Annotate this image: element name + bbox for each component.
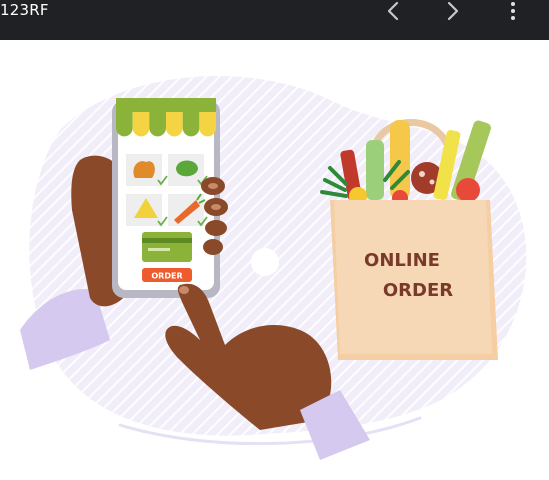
shopping-bag: ONLINE ORDER (320, 119, 498, 360)
pumpkin-icon (133, 161, 155, 178)
chevron-left-icon (387, 1, 399, 21)
image-viewer: ORDER ONLINE ORDER (0, 40, 549, 480)
phone-mockup: ORDER (112, 98, 220, 298)
next-image-button[interactable] (438, 0, 468, 22)
brand-name: 123RF (0, 1, 49, 19)
bag-label-order: ORDER (383, 280, 453, 301)
online-order-illustration: ORDER ONLINE ORDER (20, 75, 527, 460)
more-vertical-icon (511, 2, 515, 20)
chevron-right-icon (447, 1, 459, 21)
more-options-button[interactable] (498, 0, 528, 22)
previous-image-button[interactable] (378, 0, 408, 22)
top-bar: 123RF (0, 0, 549, 40)
order-button-label: ORDER (151, 272, 182, 281)
bag-label-online: ONLINE (364, 250, 440, 271)
payment-card (142, 232, 192, 262)
order-button: ORDER (142, 268, 192, 282)
